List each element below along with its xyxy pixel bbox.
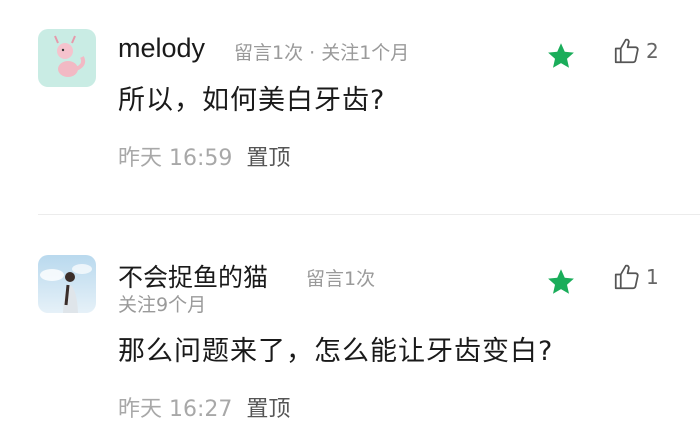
comment-follow-duration: 关注9个月 [118, 294, 207, 316]
thumbs-up-icon [614, 38, 639, 64]
username[interactable]: 不会捉鱼的猫 [118, 258, 268, 294]
comment-time: 昨天 16:27 [118, 397, 233, 422]
username[interactable]: melody [118, 33, 205, 64]
comment-text: 那么问题来了，怎么能让牙齿变白? [118, 336, 554, 367]
star-icon[interactable] [546, 41, 576, 71]
comment-footer: 昨天 16:59 置顶 [118, 140, 290, 172]
comment-meta: 留言1次 · 关注1个月 [234, 42, 410, 64]
comment-item: melody 留言1次 · 关注1个月 所以，如何美白牙齿? 昨天 16:59 置… [0, 0, 700, 214]
star-icon[interactable] [546, 267, 576, 297]
comment-time: 昨天 16:59 [118, 146, 233, 171]
avatar-image [38, 255, 96, 313]
like-button[interactable]: 1 [612, 261, 659, 293]
comment-item: 不会捉鱼的猫 留言1次 关注9个月 那么问题来了，怎么能让牙齿变白? 昨天 16… [0, 216, 700, 442]
like-count: 1 [646, 265, 659, 289]
avatar[interactable] [38, 29, 96, 87]
like-button[interactable]: 2 [612, 35, 659, 67]
avatar[interactable] [38, 255, 96, 313]
comment-footer: 昨天 16:27 置顶 [118, 391, 290, 423]
thumbs-up-icon [614, 264, 639, 290]
divider [38, 214, 700, 215]
comment-meta: 留言1次 [306, 268, 376, 290]
pin-button[interactable]: 置顶 [246, 397, 290, 422]
avatar-image [38, 29, 96, 87]
pin-button[interactable]: 置顶 [246, 146, 290, 171]
comment-text: 所以，如何美白牙齿? [118, 85, 386, 116]
like-count: 2 [646, 39, 659, 63]
